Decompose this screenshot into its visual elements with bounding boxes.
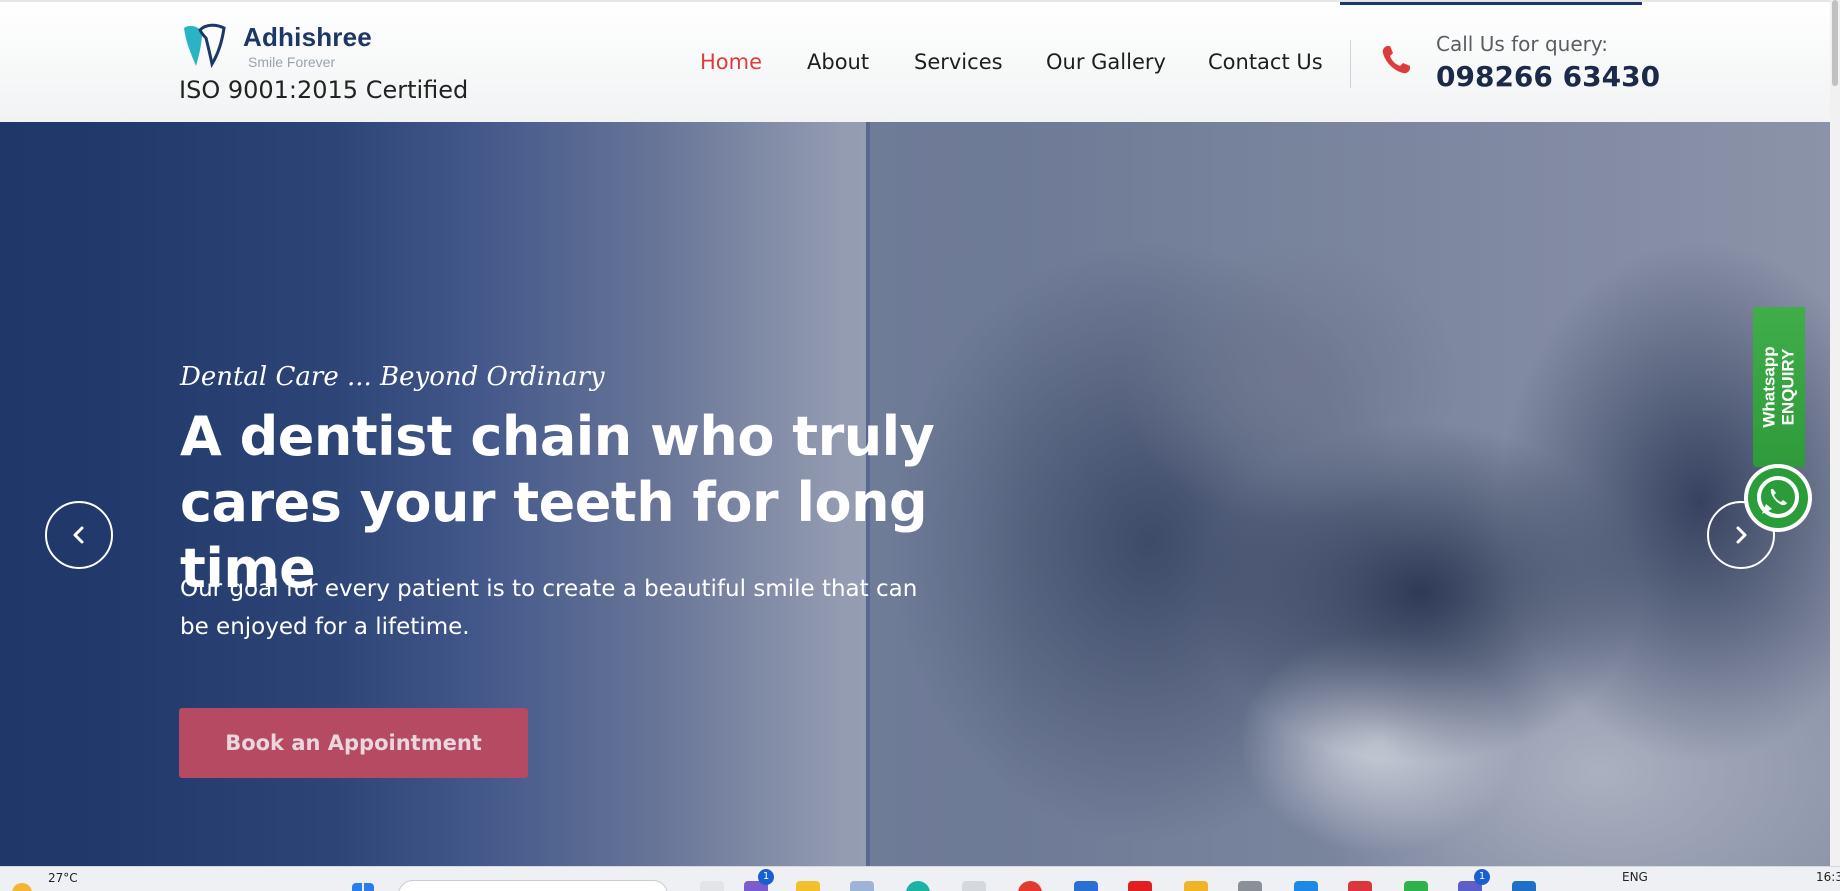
- taskbar-temperature[interactable]: 27°C: [48, 871, 78, 885]
- taskbar-app-icon[interactable]: [1238, 881, 1262, 891]
- nav-divider: [1350, 40, 1351, 88]
- logo-tagline: Smile Forever: [248, 54, 336, 70]
- windows-start-icon[interactable]: [352, 883, 374, 891]
- taskbar-app-icon[interactable]: [1294, 881, 1318, 891]
- site-header: Adhishree Smile Forever ISO 9001:2015 Ce…: [0, 0, 1830, 122]
- hero-tagline: Dental Care ... Beyond Ordinary: [180, 362, 605, 392]
- whatsapp-enquiry-tab[interactable]: Whatsapp ENQUIRY: [1753, 307, 1805, 467]
- taskbar-badge: 1: [758, 869, 774, 885]
- hero-slider: Dental Care ... Beyond Ordinary A dentis…: [0, 122, 1830, 866]
- call-label: Call Us for query:: [1436, 32, 1608, 56]
- hero-subtext: Our goal for every patient is to create …: [180, 576, 918, 640]
- taskbar-search[interactable]: [398, 880, 668, 891]
- chevron-left-icon: [73, 526, 84, 544]
- taskbar-app-icon[interactable]: [1404, 881, 1428, 891]
- taskbar-app-icon[interactable]: [850, 881, 874, 891]
- slider-prev-button[interactable]: [45, 501, 113, 569]
- nav-about[interactable]: About: [807, 50, 869, 74]
- site-logo[interactable]: Adhishree Smile Forever: [180, 20, 390, 72]
- book-appointment-button[interactable]: Book an Appointment: [179, 708, 528, 778]
- taskbar-badge: 1: [1474, 869, 1490, 885]
- call-number-link[interactable]: 098266 63430: [1436, 60, 1660, 93]
- nav-our-gallery[interactable]: Our Gallery: [1046, 50, 1166, 74]
- taskbar-app-icon[interactable]: [906, 881, 930, 891]
- tooth-logo-icon: [184, 23, 226, 69]
- nav-services[interactable]: Services: [914, 50, 1003, 74]
- taskbar-app-icon[interactable]: [796, 881, 820, 891]
- nav-home[interactable]: Home: [700, 50, 762, 74]
- whatsapp-enquiry-label: Whatsapp ENQUIRY: [1760, 346, 1798, 427]
- whatsapp-icon[interactable]: [1742, 462, 1814, 534]
- taskbar-app-icon[interactable]: [700, 881, 724, 891]
- whatsapp-label-line1: Whatsapp: [1760, 346, 1780, 428]
- os-taskbar: 27°C 1 1 ENG 16:3: [0, 866, 1840, 891]
- header-accent-bar: [1340, 2, 1642, 5]
- taskbar-app-icon[interactable]: [1348, 881, 1372, 891]
- phone-icon: [1382, 46, 1410, 74]
- scrollbar-thumb[interactable]: [1832, 0, 1838, 86]
- taskbar-app-icon[interactable]: [1512, 881, 1536, 891]
- weather-icon[interactable]: [12, 883, 32, 891]
- whatsapp-label-line2: ENQUIRY: [1779, 348, 1799, 426]
- page-scrollbar[interactable]: [1830, 0, 1840, 866]
- logo-name: Adhishree: [243, 22, 372, 52]
- iso-certification: ISO 9001:2015 Certified: [179, 76, 469, 104]
- taskbar-app-icon[interactable]: [962, 881, 986, 891]
- taskbar-app-icon[interactable]: [1128, 881, 1152, 891]
- taskbar-app-icon[interactable]: [1074, 881, 1098, 891]
- taskbar-language[interactable]: ENG: [1622, 870, 1648, 884]
- taskbar-app-icon[interactable]: [1184, 881, 1208, 891]
- nav-contact-us[interactable]: Contact Us: [1208, 50, 1323, 74]
- taskbar-app-icon[interactable]: [1018, 881, 1042, 891]
- taskbar-clock[interactable]: 16:3: [1816, 870, 1840, 884]
